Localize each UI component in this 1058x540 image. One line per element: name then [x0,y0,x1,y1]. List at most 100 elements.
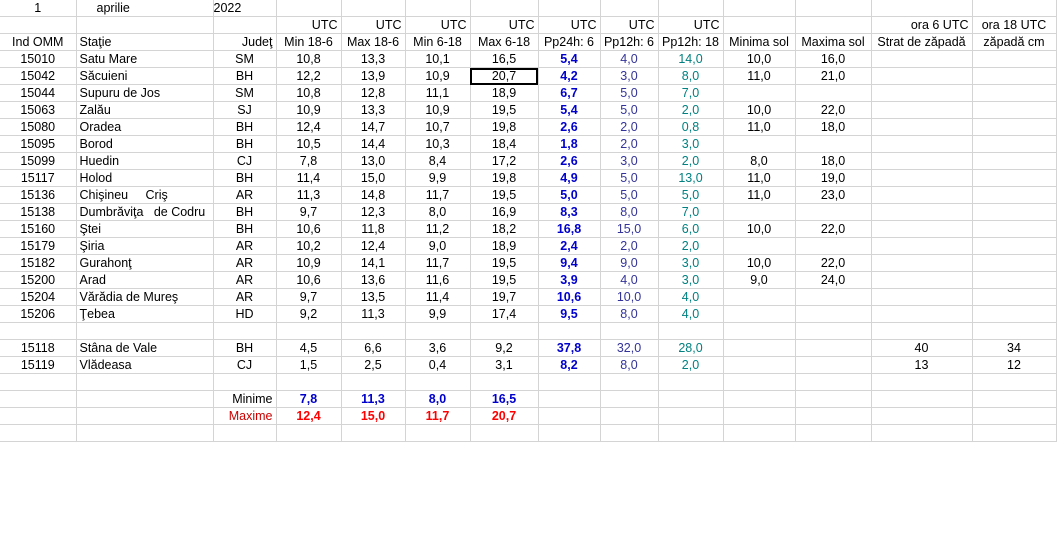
pp24-cell[interactable]: 8,3 [538,203,601,221]
county-cell[interactable]: SM [213,50,277,68]
min-6-18-cell[interactable]: 11,4 [405,288,471,306]
empty-cell[interactable] [795,390,872,408]
max-6-18-cell[interactable]: 19,5 [470,186,539,204]
min-18-6-cell[interactable]: 10,2 [276,237,342,255]
station-id-cell[interactable]: 15182 [0,254,77,272]
empty-cell[interactable] [972,254,1057,272]
empty-cell[interactable] [470,373,539,391]
ora6-utc-cell[interactable]: ora 6 UTC [871,16,973,34]
empty-cell[interactable] [972,424,1057,442]
empty-cell[interactable] [871,288,973,306]
station-id-cell[interactable]: 15179 [0,237,77,255]
pp24-cell[interactable]: 5,0 [538,186,601,204]
empty-cell[interactable] [658,390,724,408]
pp12-6-cell[interactable]: 4,0 [600,271,659,289]
station-name-cell[interactable]: Arad [76,271,214,289]
min-18-6-cell[interactable]: 1,5 [276,356,342,374]
empty-cell[interactable] [795,322,872,340]
column-header-cell[interactable]: Judeţ [213,33,277,51]
utc-label-cell[interactable]: UTC [538,16,601,34]
empty-cell[interactable] [871,237,973,255]
station-name-cell[interactable]: Săcuieni [76,67,214,85]
pp12-18-cell[interactable]: 7,0 [658,84,724,102]
min-18-6-cell[interactable]: 10,9 [276,101,342,119]
column-header-cell[interactable]: Pp12h: 6 [600,33,659,51]
minima-sol-cell[interactable] [723,288,796,306]
pp12-6-cell[interactable]: 8,0 [600,305,659,323]
empty-cell[interactable] [972,186,1057,204]
pp12-6-cell[interactable]: 2,0 [600,118,659,136]
snow-6-cell[interactable]: 40 [871,339,973,357]
pp12-18-cell[interactable]: 14,0 [658,50,724,68]
empty-cell[interactable] [871,373,973,391]
empty-cell[interactable] [972,135,1057,153]
station-name-cell[interactable]: Chişineu Criş [76,186,214,204]
empty-cell[interactable] [795,16,872,34]
station-id-cell[interactable]: 15044 [0,84,77,102]
pp12-18-cell[interactable]: 2,0 [658,356,724,374]
empty-cell[interactable] [871,67,973,85]
min-18-6-cell[interactable]: 12,2 [276,67,342,85]
county-cell[interactable]: AR [213,271,277,289]
station-name-cell[interactable]: Gurahonţ [76,254,214,272]
empty-cell[interactable] [538,0,601,17]
minime-label-cell[interactable]: Minime [213,390,277,408]
max-6-18-cell[interactable]: 17,4 [470,305,539,323]
utc-label-cell[interactable]: UTC [405,16,471,34]
empty-cell[interactable] [972,237,1057,255]
pp12-6-cell[interactable]: 9,0 [600,254,659,272]
utc-label-cell[interactable]: UTC [470,16,539,34]
pp12-18-cell[interactable]: 2,0 [658,237,724,255]
pp12-6-cell[interactable]: 8,0 [600,356,659,374]
station-name-cell[interactable]: Borod [76,135,214,153]
minima-sol-cell[interactable]: 11,0 [723,118,796,136]
empty-area[interactable] [0,450,1058,540]
column-header-cell[interactable]: Ind OMM [0,33,77,51]
station-id-cell[interactable]: 15010 [0,50,77,68]
empty-cell[interactable] [658,0,724,17]
empty-cell[interactable] [76,424,214,442]
empty-cell[interactable] [723,390,796,408]
station-id-cell[interactable]: 15200 [0,271,77,289]
empty-cell[interactable] [276,322,342,340]
empty-cell[interactable] [795,356,872,374]
empty-cell[interactable] [871,322,973,340]
pp12-18-cell[interactable]: 0,8 [658,118,724,136]
minima-sol-cell[interactable]: 11,0 [723,169,796,187]
station-name-cell[interactable]: Ţebea [76,305,214,323]
max-18-6-cell[interactable]: 13,0 [341,152,406,170]
min-6-18-cell[interactable]: 0,4 [405,356,471,374]
min-18-6-cell[interactable]: 10,9 [276,254,342,272]
pp12-6-cell[interactable]: 5,0 [600,186,659,204]
empty-cell[interactable] [871,305,973,323]
county-cell[interactable]: CJ [213,356,277,374]
station-id-cell[interactable]: 15118 [0,339,77,357]
min-6-18-cell[interactable]: 11,2 [405,220,471,238]
maxime-value-cell[interactable]: 20,7 [470,407,539,425]
utc-label-cell[interactable]: UTC [341,16,406,34]
min-18-6-cell[interactable]: 11,3 [276,186,342,204]
empty-cell[interactable] [723,0,796,17]
empty-cell[interactable] [658,424,724,442]
station-id-cell[interactable]: 15206 [0,305,77,323]
pp24-cell[interactable]: 16,8 [538,220,601,238]
empty-cell[interactable] [76,390,214,408]
station-name-cell[interactable]: Zalău [76,101,214,119]
maxima-sol-cell[interactable]: 22,0 [795,254,872,272]
column-header-cell[interactable]: Minima sol [723,33,796,51]
min-18-6-cell[interactable]: 4,5 [276,339,342,357]
max-6-18-cell[interactable]: 19,8 [470,169,539,187]
empty-cell[interactable] [0,322,77,340]
min-6-18-cell[interactable]: 9,9 [405,169,471,187]
county-cell[interactable]: BH [213,135,277,153]
empty-cell[interactable] [795,339,872,357]
empty-cell[interactable] [871,152,973,170]
min-18-6-cell[interactable]: 10,6 [276,220,342,238]
pp12-6-cell[interactable]: 3,0 [600,67,659,85]
max-6-18-cell[interactable]: 18,2 [470,220,539,238]
pp12-18-cell[interactable]: 8,0 [658,67,724,85]
max-18-6-cell[interactable]: 13,9 [341,67,406,85]
minime-value-cell[interactable]: 7,8 [276,390,342,408]
date-year-cell[interactable]: 2022 [213,0,277,17]
column-header-cell[interactable]: Pp12h: 18 [658,33,724,51]
